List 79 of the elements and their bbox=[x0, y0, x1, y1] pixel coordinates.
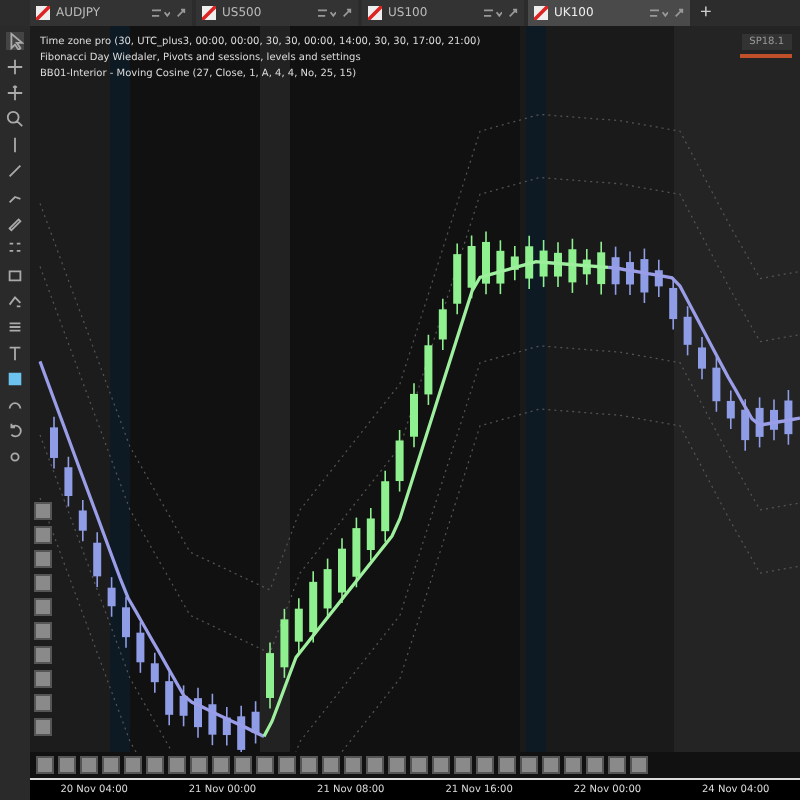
paint-icon[interactable] bbox=[6, 292, 24, 310]
move-icon[interactable] bbox=[6, 84, 24, 102]
candle bbox=[309, 570, 318, 644]
candle bbox=[640, 247, 649, 304]
candle bbox=[78, 499, 87, 543]
link-icon[interactable] bbox=[342, 8, 352, 18]
candle bbox=[93, 531, 102, 588]
candle bbox=[122, 595, 130, 649]
candle bbox=[654, 258, 663, 298]
candle bbox=[482, 230, 490, 295]
candle bbox=[395, 429, 404, 493]
candle bbox=[64, 455, 73, 508]
candle bbox=[338, 537, 346, 604]
candle bbox=[770, 398, 778, 442]
candle bbox=[266, 641, 274, 710]
shape-icon[interactable] bbox=[6, 396, 24, 414]
candle bbox=[726, 389, 735, 430]
candle bbox=[784, 389, 793, 446]
link-icon[interactable] bbox=[508, 8, 518, 18]
candle bbox=[165, 669, 174, 727]
candle bbox=[424, 333, 433, 406]
timeframe-icon[interactable] bbox=[484, 7, 502, 19]
candle bbox=[381, 469, 390, 543]
candle bbox=[280, 608, 289, 679]
rectangle-icon[interactable] bbox=[6, 266, 24, 284]
candle bbox=[611, 245, 620, 296]
candle bbox=[755, 396, 764, 449]
candle bbox=[582, 248, 591, 286]
candle bbox=[568, 237, 577, 294]
settings-icon[interactable] bbox=[6, 448, 24, 466]
candle bbox=[554, 241, 562, 288]
candle bbox=[597, 241, 606, 296]
flag-icon bbox=[368, 6, 382, 20]
candle bbox=[453, 242, 462, 316]
grid-icon[interactable] bbox=[6, 240, 24, 258]
zoom-icon[interactable] bbox=[6, 110, 24, 128]
crosshair-icon[interactable] bbox=[6, 58, 24, 76]
candle bbox=[496, 239, 505, 295]
candle bbox=[510, 245, 519, 282]
flag-icon bbox=[202, 6, 216, 20]
candle bbox=[539, 239, 548, 288]
pointer-icon[interactable] bbox=[6, 32, 24, 50]
link-icon[interactable] bbox=[674, 8, 684, 18]
candle bbox=[323, 557, 332, 620]
link-icon[interactable] bbox=[176, 8, 186, 18]
candle bbox=[525, 234, 534, 290]
candle bbox=[179, 684, 188, 728]
candle bbox=[251, 700, 260, 745]
candle bbox=[237, 704, 246, 752]
candle bbox=[669, 276, 678, 331]
flag-icon bbox=[534, 6, 548, 20]
square-icon[interactable] bbox=[6, 370, 24, 388]
candle bbox=[683, 305, 692, 357]
candle bbox=[352, 516, 361, 589]
new-tab-button[interactable]: + bbox=[694, 0, 718, 26]
candle bbox=[366, 507, 375, 562]
candle bbox=[741, 398, 750, 452]
candle bbox=[136, 621, 145, 674]
candle bbox=[150, 651, 159, 694]
pencil-icon[interactable] bbox=[6, 214, 24, 232]
pen-icon[interactable] bbox=[6, 162, 24, 180]
text-icon[interactable] bbox=[6, 344, 24, 362]
timeframe-icon[interactable] bbox=[152, 7, 170, 19]
candle bbox=[107, 576, 116, 618]
candle bbox=[208, 692, 217, 747]
candle bbox=[712, 356, 721, 413]
candle bbox=[194, 686, 202, 739]
undo-icon[interactable] bbox=[6, 422, 24, 440]
timeframe-icon[interactable] bbox=[318, 7, 336, 19]
candle bbox=[698, 336, 706, 380]
flag-icon bbox=[36, 6, 50, 20]
candle bbox=[294, 597, 303, 653]
candle bbox=[50, 416, 58, 470]
candle bbox=[410, 382, 418, 449]
list-icon[interactable] bbox=[6, 318, 24, 336]
candle bbox=[626, 250, 634, 296]
candle bbox=[222, 706, 231, 747]
timeframe-icon[interactable] bbox=[650, 7, 668, 19]
candle bbox=[438, 297, 447, 351]
